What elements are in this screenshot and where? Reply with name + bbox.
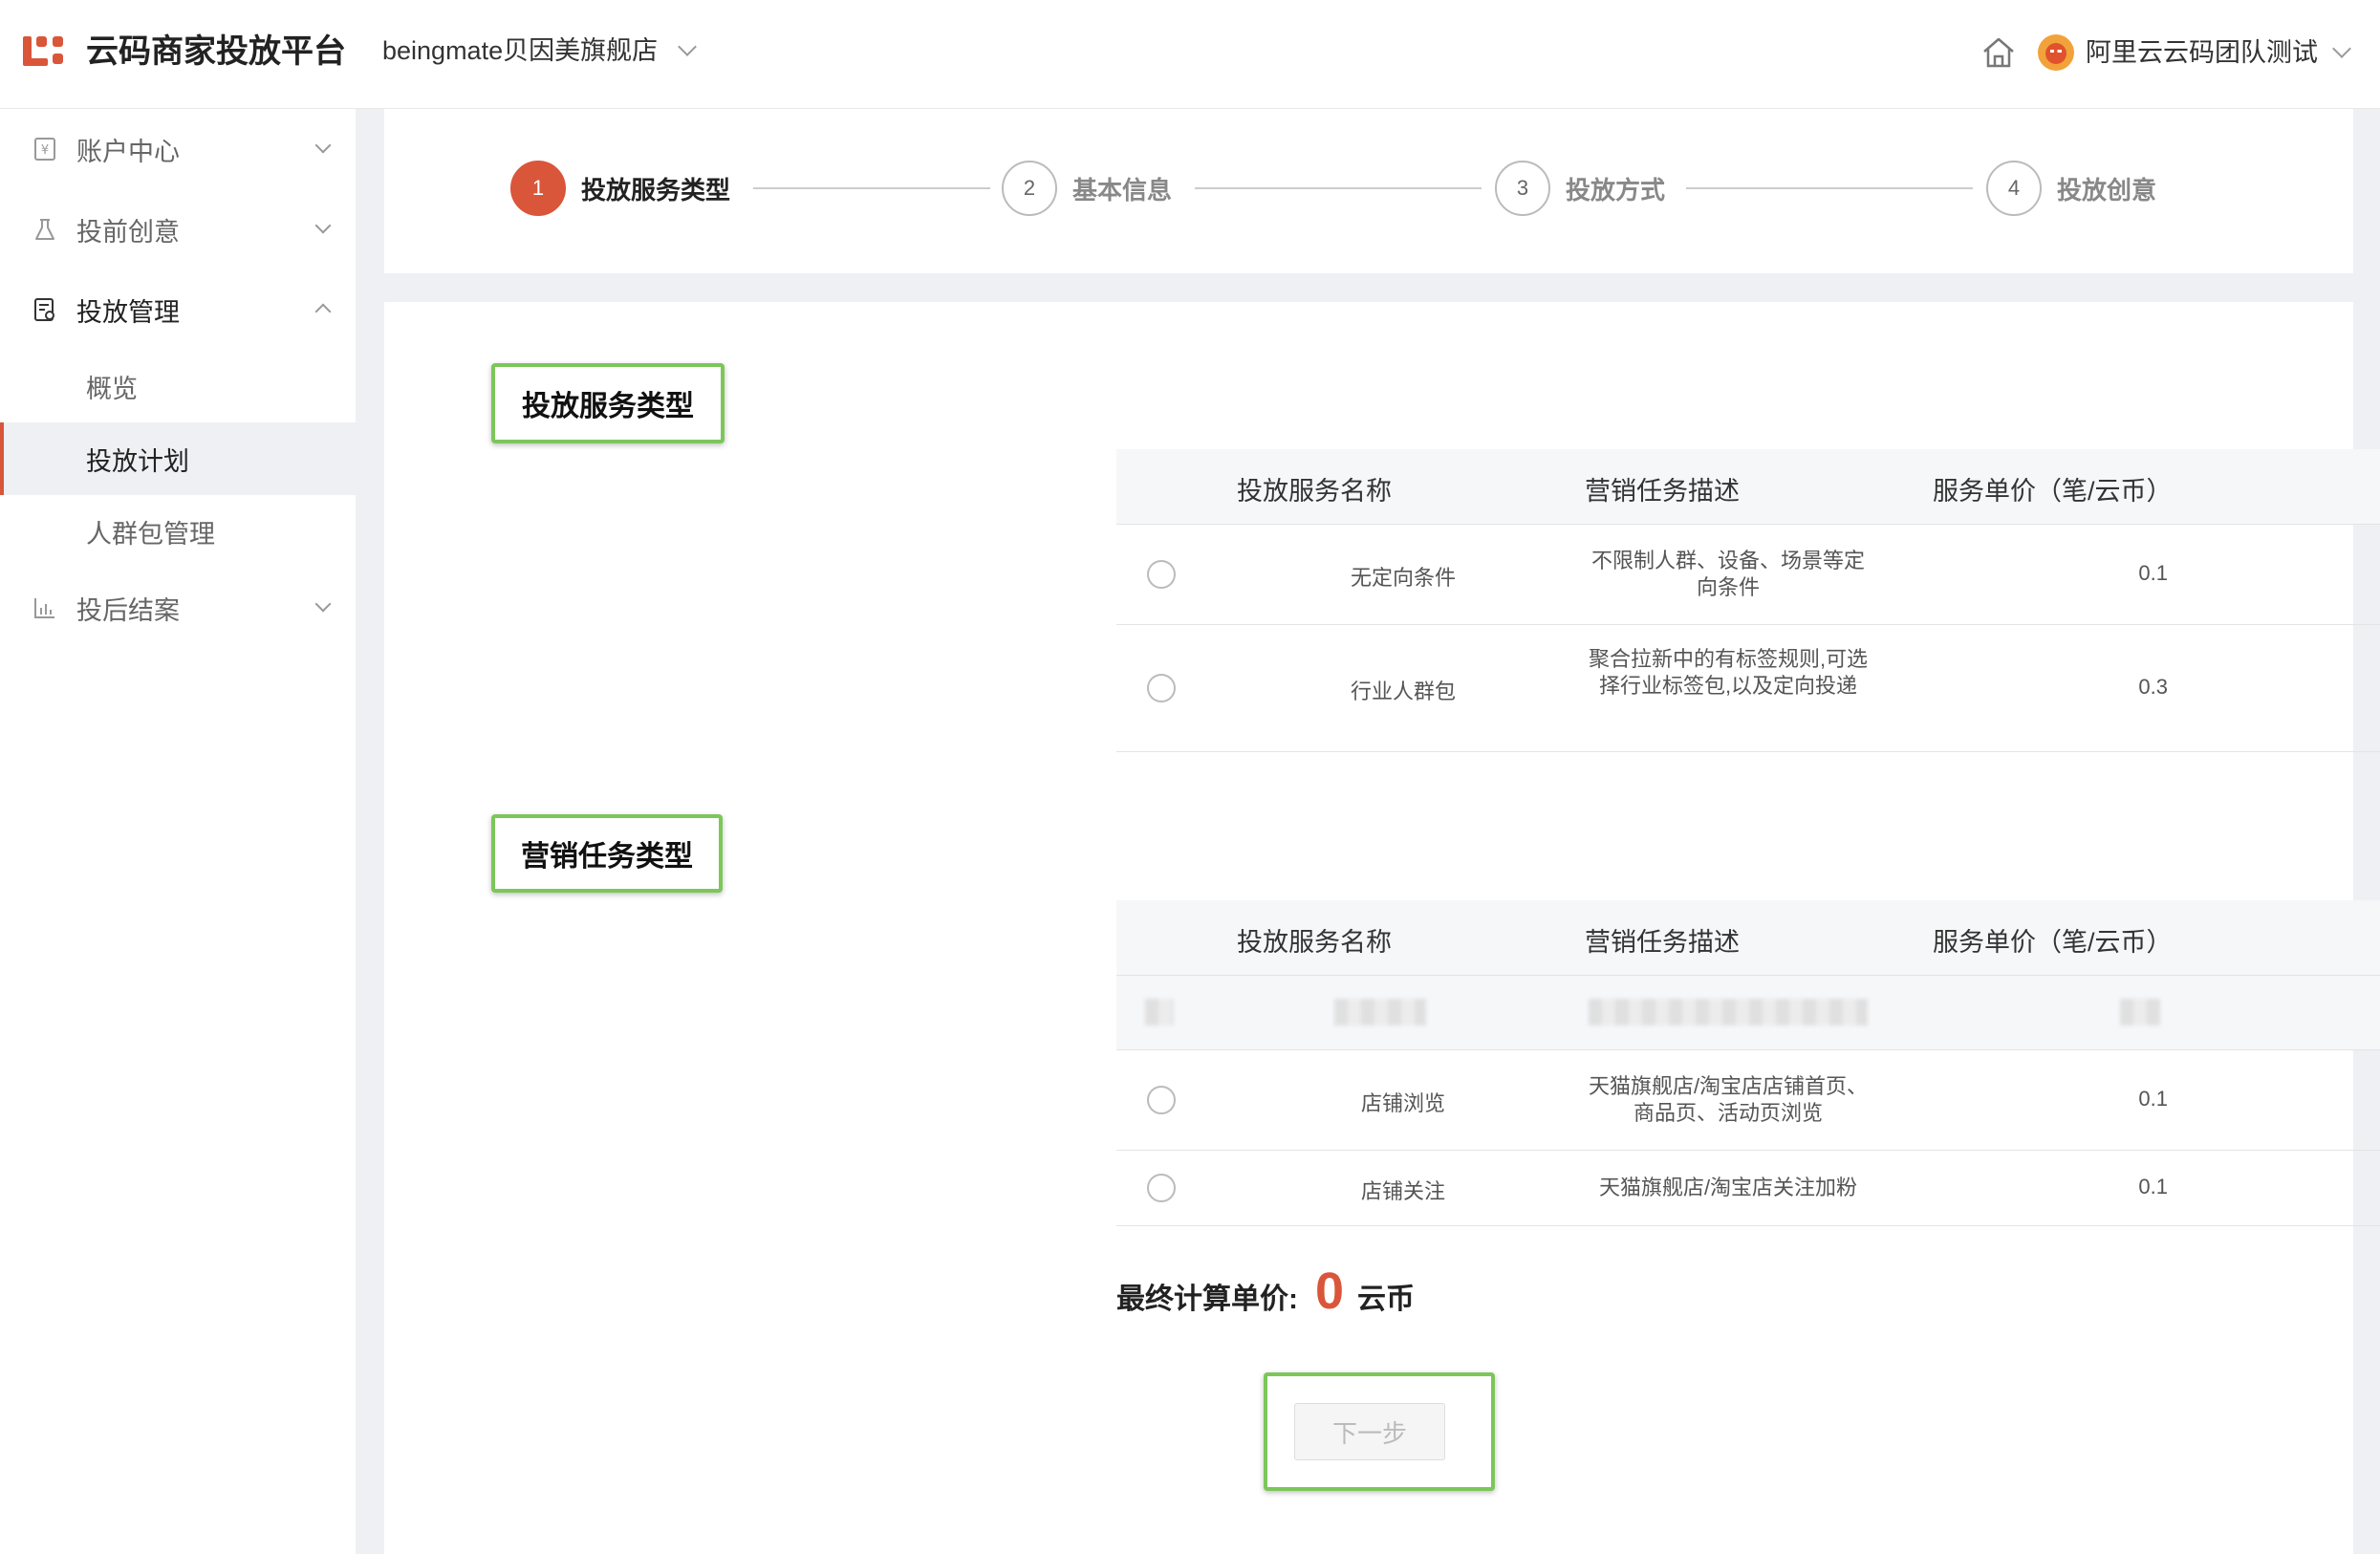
task-name: 店铺关注 bbox=[1360, 1179, 1445, 1203]
task-price: 0.1 bbox=[2138, 1087, 2168, 1111]
sidebar-item-pre-creative[interactable]: 投前创意 bbox=[0, 189, 356, 270]
service-name: 无定向条件 bbox=[1350, 566, 1456, 590]
chevron-down-icon bbox=[2332, 39, 2351, 58]
marketing-task-table: 投放服务名称 营销任务描述 服务单价（笔/云币） 店铺浏览 天猫旗舰店/淘宝店店… bbox=[1116, 900, 2380, 1226]
chevron-down-icon bbox=[314, 217, 332, 234]
service-desc: 不限制人群、设备、场景等定向条件 bbox=[1590, 549, 1865, 599]
user-menu[interactable]: 阿里云云码团队测试 bbox=[2038, 31, 2351, 75]
column-header: 投放服务名称 bbox=[1237, 477, 1392, 506]
account-icon: ¥ bbox=[32, 137, 57, 162]
flask-icon bbox=[32, 217, 57, 242]
column-header: 投放服务名称 bbox=[1237, 928, 1392, 957]
sidebar-item-label: 投后结案 bbox=[76, 595, 180, 625]
steps-panel: 1 投放服务类型 2 基本信息 3 投放方式 4 投放创意 bbox=[384, 109, 2353, 273]
step-delivery-method[interactable]: 3 投放方式 bbox=[1495, 161, 1665, 216]
blurred-content bbox=[1589, 999, 1868, 1025]
table-header: 投放服务名称 营销任务描述 服务单价（笔/云币） bbox=[1116, 449, 2380, 525]
step-connector bbox=[753, 187, 990, 189]
step-basic-info[interactable]: 2 基本信息 bbox=[1002, 161, 1172, 216]
column-header: 营销任务描述 bbox=[1585, 477, 1740, 506]
step-label: 投放创意 bbox=[2057, 175, 2157, 205]
chevron-down-icon bbox=[678, 37, 697, 56]
step-delivery-creative[interactable]: 4 投放创意 bbox=[1986, 161, 2156, 216]
blurred-content bbox=[1145, 999, 1174, 1025]
sidebar-item-label: 投前创意 bbox=[76, 217, 180, 247]
step-label: 投放服务类型 bbox=[581, 175, 731, 205]
service-desc: 聚合拉新中的有标签规则,可选择行业标签包,以及定向投递 bbox=[1588, 647, 1869, 698]
bar-chart-icon bbox=[32, 595, 57, 620]
marketing-task-title: 营销任务类型 bbox=[491, 814, 723, 893]
final-price-unit: 云币 bbox=[1357, 1284, 1416, 1315]
column-header: 营销任务描述 bbox=[1585, 928, 1740, 957]
table-row[interactable]: 无定向条件 不限制人群、设备、场景等定向条件 0.1 bbox=[1116, 525, 2380, 625]
step-number: 4 bbox=[1986, 161, 2042, 216]
final-price-label: 最终计算单价: bbox=[1116, 1284, 1298, 1315]
brand-title: 云码商家投放平台 bbox=[86, 33, 346, 70]
sidebar-item-label: 投放管理 bbox=[76, 297, 180, 327]
document-icon bbox=[32, 297, 57, 322]
top-header: 云码商家投放平台 beingmate贝因美旗舰店 阿里云云码团队测试 bbox=[0, 0, 2380, 109]
radio-button[interactable] bbox=[1147, 1174, 1176, 1202]
service-name: 行业人群包 bbox=[1350, 680, 1456, 703]
svg-text:¥: ¥ bbox=[41, 143, 49, 158]
step-label: 基本信息 bbox=[1072, 175, 1173, 205]
sidebar-subitem-delivery-plan[interactable]: 投放计划 bbox=[0, 422, 356, 495]
user-name: 阿里云云码团队测试 bbox=[2086, 38, 2318, 67]
task-desc: 天猫旗舰店/淘宝店店铺首页、商品页、活动页浏览 bbox=[1588, 1074, 1869, 1125]
step-number: 3 bbox=[1495, 161, 1550, 216]
service-type-table: 投放服务名称 营销任务描述 服务单价（笔/云币） 无定向条件 不限制人群、设备、… bbox=[1116, 449, 2380, 752]
next-step-button[interactable]: 下一步 bbox=[1294, 1403, 1445, 1460]
column-header: 服务单价（笔/云币） bbox=[1933, 477, 2173, 506]
next-button-highlight: 下一步 bbox=[1264, 1372, 1495, 1491]
radio-button[interactable] bbox=[1147, 560, 1176, 589]
sidebar-item-post-report[interactable]: 投后结案 bbox=[0, 568, 356, 648]
sidebar: ¥ 账户中心 投前创意 投放管理 概览 投放计划 人群包管理 投后结案 bbox=[0, 109, 356, 1554]
blurred-content bbox=[2120, 999, 2160, 1025]
sidebar-subitem-audience-package[interactable]: 人群包管理 bbox=[0, 495, 356, 568]
blurred-content bbox=[1334, 999, 1426, 1025]
chevron-up-icon bbox=[314, 303, 332, 320]
task-desc: 天猫旗舰店/淘宝店关注加粉 bbox=[1598, 1176, 1858, 1199]
service-price: 0.3 bbox=[2138, 675, 2168, 699]
task-price: 0.1 bbox=[2138, 1175, 2168, 1198]
shop-name: beingmate贝因美旗舰店 bbox=[382, 36, 659, 65]
step-number: 1 bbox=[510, 161, 566, 216]
table-row[interactable]: 店铺关注 天猫旗舰店/淘宝店关注加粉 0.1 bbox=[1116, 1151, 2380, 1226]
sidebar-subitem-overview[interactable]: 概览 bbox=[0, 350, 356, 422]
sidebar-item-delivery-management[interactable]: 投放管理 bbox=[0, 270, 356, 350]
step-connector bbox=[1195, 187, 1482, 189]
table-row[interactable]: 店铺浏览 天猫旗舰店/淘宝店店铺首页、商品页、活动页浏览 0.1 bbox=[1116, 1050, 2380, 1151]
table-header: 投放服务名称 营销任务描述 服务单价（笔/云币） bbox=[1116, 900, 2380, 976]
sidebar-item-label: 账户中心 bbox=[76, 137, 180, 166]
step-number: 2 bbox=[1002, 161, 1057, 216]
sidebar-item-account-center[interactable]: ¥ 账户中心 bbox=[0, 109, 356, 189]
task-name: 店铺浏览 bbox=[1360, 1091, 1445, 1115]
chevron-down-icon bbox=[314, 137, 332, 154]
shop-switcher[interactable]: beingmate贝因美旗舰店 bbox=[382, 29, 697, 73]
radio-button[interactable] bbox=[1147, 1086, 1176, 1114]
avatar bbox=[2038, 34, 2074, 71]
service-price: 0.1 bbox=[2138, 561, 2168, 585]
radio-button[interactable] bbox=[1147, 674, 1176, 702]
main-panel: 投放服务类型 投放服务名称 营销任务描述 服务单价（笔/云币） 无定向条件 不限… bbox=[384, 302, 2380, 1554]
chevron-down-icon bbox=[314, 595, 332, 613]
table-row[interactable]: 行业人群包 聚合拉新中的有标签规则,可选择行业标签包,以及定向投递 0.3 bbox=[1116, 625, 2380, 752]
service-type-title: 投放服务类型 bbox=[491, 363, 725, 443]
final-price: 最终计算单价: 0 云币 bbox=[1116, 1262, 1415, 1321]
step-service-type[interactable]: 1 投放服务类型 bbox=[510, 161, 730, 216]
column-header: 服务单价（笔/云币） bbox=[1933, 928, 2173, 957]
step-label: 投放方式 bbox=[1566, 175, 1666, 205]
brand-logo-icon[interactable] bbox=[21, 32, 73, 71]
table-row-blurred bbox=[1116, 976, 2380, 1050]
home-icon[interactable] bbox=[1980, 34, 2017, 71]
final-price-value: 0 bbox=[1315, 1263, 1345, 1320]
step-connector bbox=[1686, 187, 1973, 189]
